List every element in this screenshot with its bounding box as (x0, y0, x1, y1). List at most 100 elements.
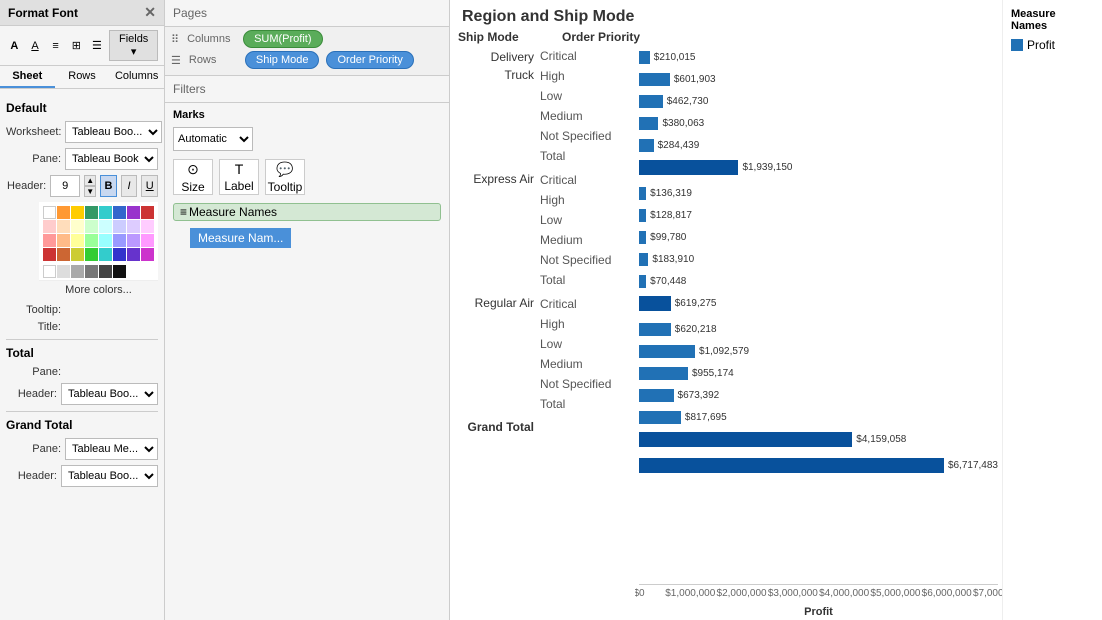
rows-ship-mode-pill[interactable]: Ship Mode (245, 51, 320, 69)
color-teal-light[interactable] (99, 220, 112, 233)
worksheet-select[interactable]: Tableau Boo... (65, 121, 162, 143)
gray-dark[interactable] (85, 265, 98, 278)
color-magenta-dark[interactable] (141, 248, 154, 261)
measure-names-pill-container: ≡ Measure Names (173, 203, 441, 221)
columns-shelf-icon: ⠿ (171, 33, 179, 46)
tab-columns[interactable]: Columns (109, 66, 164, 88)
express-air-group-label: Express Air Critical High Low Medium Not… (450, 170, 635, 290)
x-tick-3: $3,000,000 (768, 588, 818, 599)
color-red-dark[interactable] (43, 248, 56, 261)
fields-button[interactable]: Fields ▾ (109, 30, 158, 61)
color-orange-mid[interactable] (57, 206, 70, 219)
bar-row-1-0: $136,319 (639, 183, 998, 203)
color-green-mid[interactable] (85, 234, 98, 247)
total-pane-label: Pane: (6, 366, 61, 378)
underline-button[interactable]: U (141, 175, 158, 197)
tab-rows[interactable]: Rows (55, 66, 110, 88)
express-air-label: Express Air (450, 170, 540, 290)
bar-value-label-1-3: $183,910 (652, 254, 694, 265)
color-pink[interactable] (43, 234, 56, 247)
bar-value-label-2-2: $955,174 (692, 368, 734, 379)
header-label: Header: (6, 180, 46, 192)
color-teal[interactable] (99, 206, 112, 219)
more-colors-button[interactable]: More colors... (39, 280, 158, 299)
gray-light[interactable] (57, 265, 70, 278)
color-peach[interactable] (57, 220, 70, 233)
ra-high-label: High (540, 314, 611, 334)
x-axis: $0$1,000,000$2,000,000$3,000,000$4,000,0… (639, 584, 998, 604)
table-icon[interactable]: ⊞ (68, 37, 85, 55)
worksheet-label: Worksheet: (6, 126, 61, 138)
grand-total-header-select[interactable]: Tableau Boo... (61, 465, 158, 487)
color-green-bright[interactable] (85, 248, 98, 261)
chart-title: Region and Ship Mode (462, 8, 990, 26)
x-tick-7: $7,000,000 (973, 588, 1002, 599)
color-blue-mid[interactable] (113, 234, 126, 247)
font-size-input[interactable] (50, 175, 80, 197)
color-magenta-mid[interactable] (141, 234, 154, 247)
color-pink-light[interactable] (43, 220, 56, 233)
rows-order-priority-pill[interactable]: Order Priority (326, 51, 413, 69)
color-teal-mid[interactable] (99, 234, 112, 247)
gray-mid[interactable] (71, 265, 84, 278)
pane-select[interactable]: Tableau Book (65, 148, 158, 170)
gray-darker[interactable] (99, 265, 112, 278)
size-mark-button[interactable]: ⊙ Size (173, 159, 213, 195)
color-violet-light[interactable] (127, 220, 140, 233)
color-blue[interactable] (113, 206, 126, 219)
bar-2-2 (639, 367, 688, 380)
measure-names-popup-label: Measure Nam... (198, 231, 283, 245)
measure-names-pill[interactable]: ≡ Measure Names (173, 203, 441, 221)
color-yellow-mid[interactable] (71, 234, 84, 247)
bar-row-0-1: $601,903 (639, 69, 998, 89)
tooltip-mark-button[interactable]: 💬 Tooltip (265, 159, 305, 195)
bar-1-0 (639, 187, 646, 200)
total-header-select[interactable]: Tableau Boo... (61, 383, 158, 405)
color-yellow-light[interactable] (71, 220, 84, 233)
color-green-light[interactable] (85, 220, 98, 233)
total-section-label: Total (6, 346, 158, 360)
color-purple-mid[interactable] (127, 234, 140, 247)
italic-button[interactable]: I (121, 175, 138, 197)
color-lavender[interactable] (113, 220, 126, 233)
color-yellow[interactable] (71, 206, 84, 219)
grand-total-pane-select[interactable]: Tableau Me... (65, 438, 158, 460)
close-icon[interactable]: ✕ (144, 4, 156, 21)
underline-text-icon[interactable]: A (27, 37, 44, 55)
bar-row-0-3: $380,063 (639, 113, 998, 133)
color-olive[interactable] (71, 248, 84, 261)
label-icon: T (235, 161, 244, 177)
measure-names-popup[interactable]: Measure Nam... (190, 228, 291, 248)
ea-critical-label: Critical (540, 170, 611, 190)
tab-sheet[interactable]: Sheet (0, 66, 55, 88)
color-peach-mid[interactable] (57, 234, 70, 247)
color-white[interactable] (43, 206, 56, 219)
font-size-down-button[interactable]: ▼ (84, 186, 96, 197)
color-green-teal[interactable] (85, 206, 98, 219)
text-icon[interactable]: A (6, 37, 23, 55)
regular-air-group-label: Regular Air Critical High Low Medium Not… (450, 294, 635, 414)
default-section-label: Default (6, 101, 158, 115)
ship-mode-col-header: Ship Mode (458, 30, 558, 44)
gray-white[interactable] (43, 265, 56, 278)
bold-button[interactable]: B (100, 175, 117, 197)
color-purple[interactable] (127, 206, 140, 219)
color-pink-lavender[interactable] (141, 220, 154, 233)
color-purple-dark[interactable] (127, 248, 140, 261)
gray-black[interactable] (113, 265, 126, 278)
marks-type-select[interactable]: Automatic (173, 127, 253, 151)
format-font-title: Format Font (8, 6, 78, 20)
align-icon[interactable]: ≡ (47, 37, 64, 55)
menu-icon[interactable]: ☰ (89, 37, 106, 55)
delivery-truck-subrows: Critical High Low Medium Not Specified T… (540, 46, 611, 166)
color-brown[interactable] (57, 248, 70, 261)
font-size-up-button[interactable]: ▲ (84, 175, 96, 186)
columns-sum-profit-pill[interactable]: SUM(Profit) (243, 30, 322, 48)
color-blue-dark[interactable] (113, 248, 126, 261)
color-teal-bright[interactable] (99, 248, 112, 261)
marks-icons-row: ⊙ Size T Label 💬 Tooltip (173, 159, 441, 195)
color-red[interactable] (141, 206, 154, 219)
rows-shelf-icon: ☰ (171, 54, 181, 67)
label-mark-button[interactable]: T Label (219, 159, 259, 195)
rows-shelf-row: ☰ Rows Ship Mode Order Priority (171, 51, 443, 69)
